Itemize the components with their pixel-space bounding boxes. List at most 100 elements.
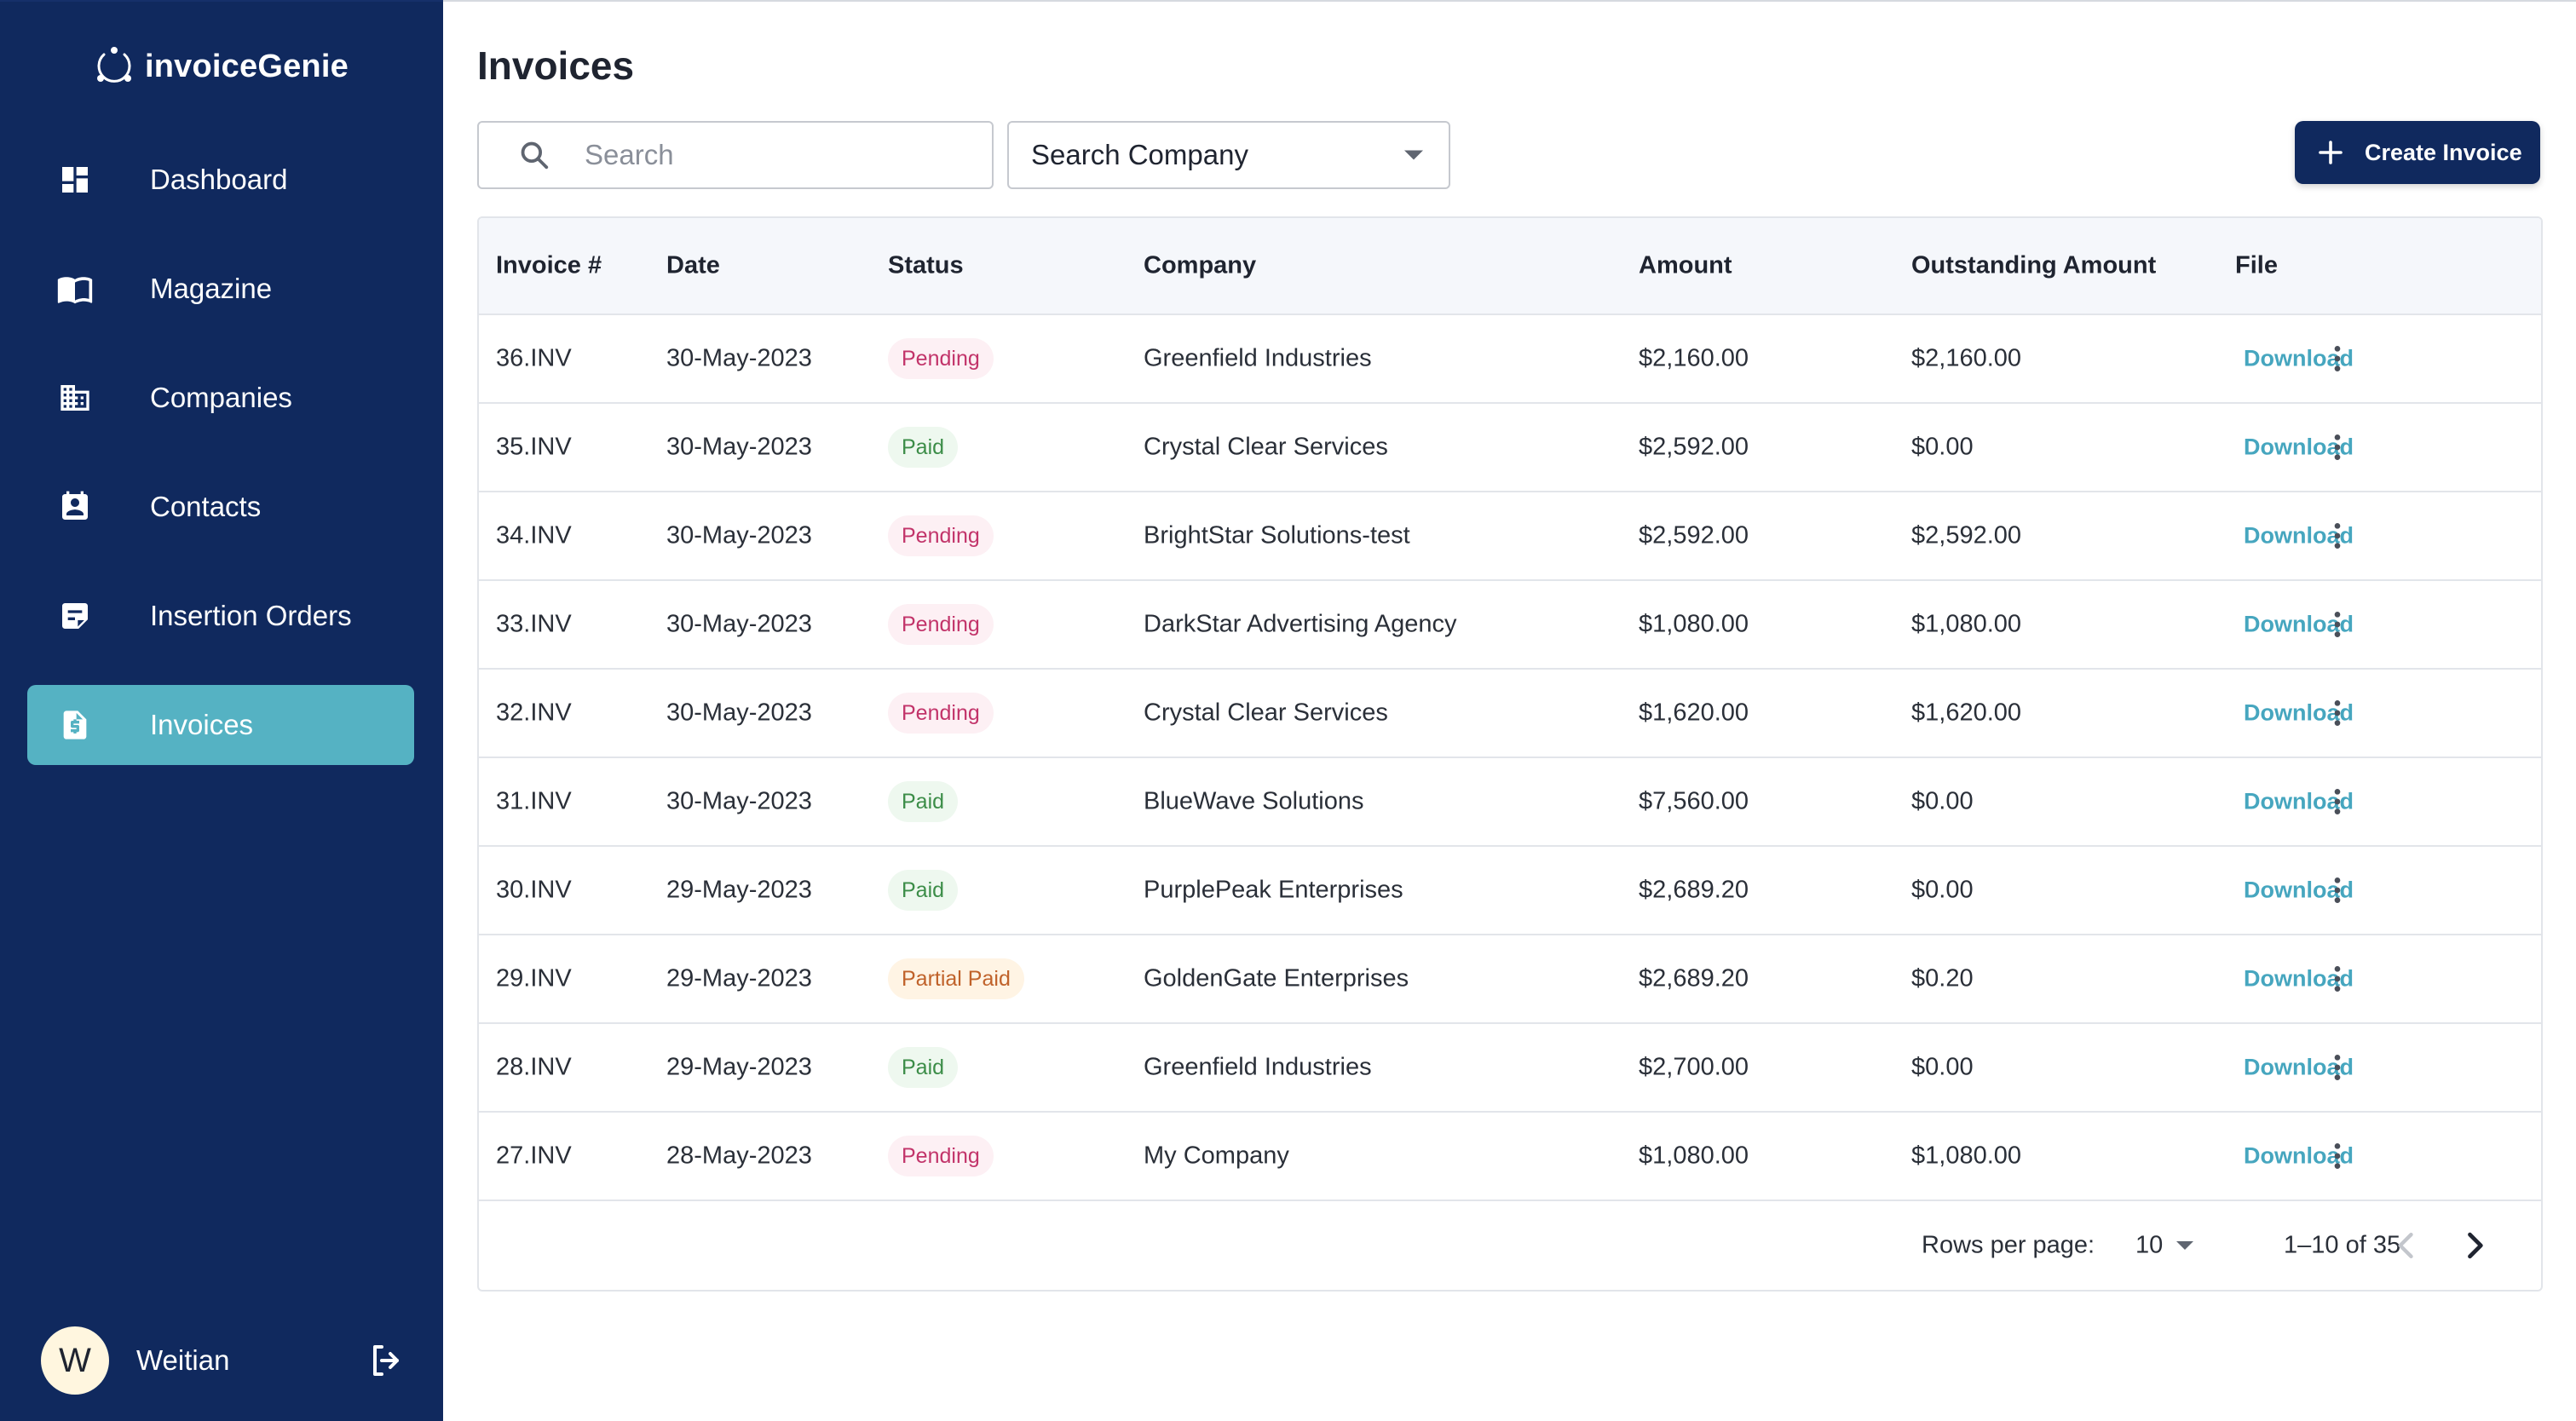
invoice-date: 29-May-2023 bbox=[666, 964, 812, 992]
table-row[interactable]: 36.INV 30-May-2023 Pending Greenfield Indus… bbox=[479, 315, 2541, 404]
table-row[interactable]: 29.INV 29-May-2023 Partial Paid GoldenGate … bbox=[479, 935, 2541, 1024]
table-row[interactable]: 32.INV 30-May-2023 Pending Crystal Clear Se… bbox=[479, 670, 2541, 758]
column-header-company[interactable]: Company bbox=[1144, 252, 1256, 280]
more-vertical-icon[interactable] bbox=[2320, 519, 2354, 553]
avatar[interactable]: W bbox=[41, 1326, 109, 1395]
invoice-date: 30-May-2023 bbox=[666, 699, 812, 727]
sidebar-item-label: Insertion Orders bbox=[150, 600, 352, 631]
invoice-amount: $7,560.00 bbox=[1639, 787, 1749, 815]
company-name: PurplePeak Enterprises bbox=[1144, 876, 1403, 904]
invoice-date: 30-May-2023 bbox=[666, 433, 812, 461]
logout-icon[interactable] bbox=[366, 1340, 407, 1381]
sidebar-item-label: Magazine bbox=[150, 273, 273, 304]
page-title: Invoices bbox=[477, 43, 635, 88]
invoice-number: 30.INV bbox=[496, 876, 572, 904]
chevron-right-icon[interactable] bbox=[2456, 1227, 2493, 1264]
book-icon bbox=[56, 270, 94, 308]
outstanding-amount: $1,080.00 bbox=[1911, 610, 2022, 638]
invoice-date: 29-May-2023 bbox=[666, 876, 812, 904]
pagination-range: 1–10 of 35 bbox=[2284, 1231, 2401, 1259]
invoice-number: 29.INV bbox=[496, 964, 572, 992]
invoice-amount: $1,080.00 bbox=[1639, 610, 1749, 638]
invoice-number: 36.INV bbox=[496, 344, 572, 372]
more-vertical-icon[interactable] bbox=[2320, 1050, 2354, 1084]
table-row[interactable]: 31.INV 30-May-2023 Paid BlueWave Solutions $… bbox=[479, 758, 2541, 847]
sidebar-nav: Dashboard Magazine Companies Contacts In… bbox=[27, 140, 414, 794]
column-header-date[interactable]: Date bbox=[666, 252, 720, 280]
dropdown-caret-icon bbox=[1404, 150, 1423, 160]
invoice-amount: $2,592.00 bbox=[1639, 433, 1749, 461]
sidebar-item-companies[interactable]: Companies bbox=[27, 358, 414, 438]
more-vertical-icon[interactable] bbox=[2320, 962, 2354, 996]
search-icon bbox=[521, 141, 549, 170]
rows-per-page-select[interactable]: 10 bbox=[2129, 1227, 2197, 1264]
search-input[interactable] bbox=[585, 133, 983, 177]
status-badge: Partial Paid bbox=[888, 958, 1024, 999]
invoice-number: 33.INV bbox=[496, 610, 572, 638]
table-row[interactable]: 35.INV 30-May-2023 Paid Crystal Clear Servi… bbox=[479, 404, 2541, 492]
status-badge: Paid bbox=[888, 781, 959, 822]
table-row[interactable]: 28.INV 29-May-2023 Paid Greenfield Industri… bbox=[479, 1024, 2541, 1113]
dropdown-caret-icon bbox=[2176, 1241, 2193, 1250]
logo-icon bbox=[97, 47, 131, 83]
rows-per-page-value: 10 bbox=[2135, 1231, 2164, 1259]
table-row[interactable]: 34.INV 30-May-2023 Pending BrightStar Solut… bbox=[479, 492, 2541, 581]
outstanding-amount: $1,080.00 bbox=[1911, 1142, 2022, 1170]
outstanding-amount: $2,592.00 bbox=[1911, 521, 2022, 549]
table-header: Invoice # Date Status Company Amount Out… bbox=[479, 218, 2541, 315]
column-header-outstanding-amount[interactable]: Outstanding Amount bbox=[1911, 252, 2156, 280]
sidebar-item-dashboard[interactable]: Dashboard bbox=[27, 140, 414, 220]
more-vertical-icon[interactable] bbox=[2320, 607, 2354, 641]
status-badge: Pending bbox=[888, 1136, 994, 1176]
app-logo[interactable]: invoiceGenie bbox=[92, 41, 349, 92]
column-header-amount[interactable]: Amount bbox=[1639, 252, 1732, 280]
dashboard-icon bbox=[56, 161, 94, 198]
company-filter-label: Search Company bbox=[1031, 139, 1248, 170]
invoice-number: 35.INV bbox=[496, 433, 572, 461]
more-vertical-icon[interactable] bbox=[2320, 342, 2354, 376]
sidebar-item-label: Contacts bbox=[150, 491, 262, 522]
search-box bbox=[477, 121, 994, 189]
status-badge: Pending bbox=[888, 604, 994, 645]
company-name: Crystal Clear Services bbox=[1144, 699, 1388, 727]
outstanding-amount: $0.00 bbox=[1911, 787, 1974, 815]
sidebar-item-magazine[interactable]: Magazine bbox=[27, 249, 414, 329]
more-vertical-icon[interactable] bbox=[2320, 696, 2354, 730]
invoice-amount: $2,700.00 bbox=[1639, 1053, 1749, 1081]
invoice-amount: $2,160.00 bbox=[1639, 344, 1749, 372]
column-header-file: File bbox=[2235, 251, 2278, 279]
status-badge: Pending bbox=[888, 338, 994, 379]
sidebar-item-insertion-orders[interactable]: Insertion Orders bbox=[27, 576, 414, 656]
table-row[interactable]: 27.INV 28-May-2023 Pending My Company $1,080… bbox=[479, 1113, 2541, 1201]
sidebar-item-label: Dashboard bbox=[150, 164, 288, 195]
invoice-amount: $2,689.20 bbox=[1639, 876, 1749, 904]
chevron-left-icon[interactable] bbox=[2388, 1227, 2425, 1264]
column-header-invoice[interactable]: Invoice # bbox=[496, 252, 602, 280]
outstanding-amount: $0.20 bbox=[1911, 964, 1974, 992]
column-header-status[interactable]: Status bbox=[888, 252, 964, 280]
company-name: BrightStar Solutions-test bbox=[1144, 521, 1410, 549]
main-content: Invoices Search Company Create Invoice I… bbox=[443, 0, 2576, 1421]
invoice-date: 30-May-2023 bbox=[666, 344, 812, 372]
table-body: 36.INV 30-May-2023 Pending Greenfield Indus… bbox=[479, 315, 2541, 1201]
table-row[interactable]: 30.INV 29-May-2023 Paid PurplePeak Enterpri… bbox=[479, 847, 2541, 935]
company-filter-select[interactable]: Search Company bbox=[1007, 121, 1450, 189]
invoice-date: 30-May-2023 bbox=[666, 610, 812, 638]
invoice-number: 34.INV bbox=[496, 521, 572, 549]
invoice-number: 28.INV bbox=[496, 1053, 572, 1081]
more-vertical-icon[interactable] bbox=[2320, 785, 2354, 819]
outstanding-amount: $0.00 bbox=[1911, 1053, 1974, 1081]
outstanding-amount: $0.00 bbox=[1911, 876, 1974, 904]
sidebar-item-contacts[interactable]: Contacts bbox=[27, 467, 414, 547]
more-vertical-icon[interactable] bbox=[2320, 1139, 2354, 1173]
table-row[interactable]: 33.INV 30-May-2023 Pending DarkStar Adverti… bbox=[479, 581, 2541, 670]
building-icon bbox=[56, 379, 94, 417]
invoice-date: 30-May-2023 bbox=[666, 521, 812, 549]
more-vertical-icon[interactable] bbox=[2320, 873, 2354, 907]
create-invoice-button[interactable]: Create Invoice bbox=[2295, 121, 2540, 184]
sidebar-item-invoices[interactable]: Invoices bbox=[27, 685, 414, 765]
status-badge: Paid bbox=[888, 1047, 959, 1088]
company-name: My Company bbox=[1144, 1142, 1289, 1170]
more-vertical-icon[interactable] bbox=[2320, 430, 2354, 464]
invoice-date: 30-May-2023 bbox=[666, 787, 812, 815]
